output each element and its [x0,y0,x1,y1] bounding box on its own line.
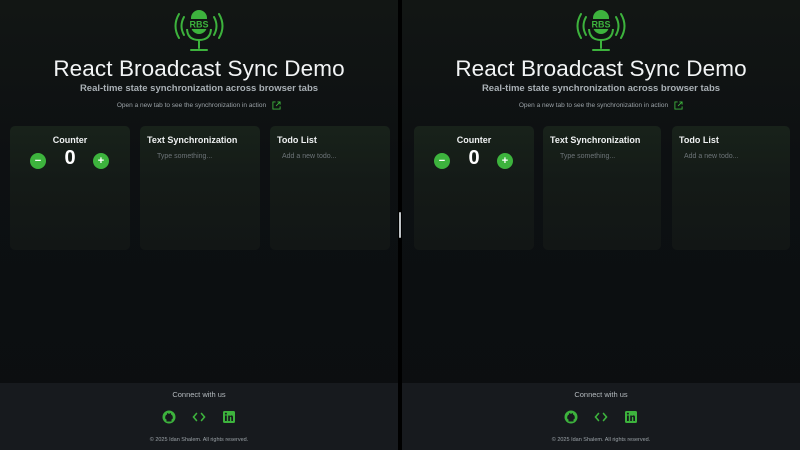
new-tab-hint[interactable]: Open a new tab to see the synchronizatio… [402,101,800,110]
footer: Connect with us © 2025 Idan Shalem. All … [402,383,800,450]
new-tab-hint-text: Open a new tab to see the synchronizatio… [518,102,669,110]
page-subtitle: Real-time state synchronization across b… [481,83,721,94]
page-title: React Broadcast Sync Demo [455,56,747,81]
todo-title: Todo List [679,135,719,145]
text-sync-input[interactable]: Type something... [157,153,212,160]
footer: Connect with us © 2025 Idan Shalem. All … [0,383,398,450]
linkedin-icon[interactable] [222,410,236,424]
new-tab-hint-text: Open a new tab to see the synchronizatio… [116,102,267,110]
page-title: React Broadcast Sync Demo [53,56,345,81]
logo-text: RBS [591,20,610,30]
browser-pane-left: RBS React Broadcast Sync Demo Real-time … [0,0,398,450]
linkedin-icon[interactable] [624,410,638,424]
todo-input[interactable]: Add a new todo... [684,153,738,160]
new-tab-hint[interactable]: Open a new tab to see the synchronizatio… [0,101,398,110]
rbs-logo-icon: RBS [174,10,224,51]
text-sync-title: Text Synchronization [147,135,238,145]
counter-card: Counter − 0 + [414,126,534,250]
todo-card: Todo List Add a new todo... [270,126,390,250]
counter-title: Counter [52,135,88,145]
counter-card: Counter − 0 + [10,126,130,250]
external-link-icon[interactable] [272,101,281,110]
text-sync-card: Text Synchronization Type something... [543,126,661,250]
github-icon[interactable] [564,410,578,424]
counter-title: Counter [456,135,492,145]
text-sync-card: Text Synchronization Type something... [140,126,260,250]
todo-card: Todo List Add a new todo... [672,126,790,250]
todo-title: Todo List [277,135,317,145]
github-icon[interactable] [162,410,176,424]
split-resize-handle[interactable] [399,212,401,238]
counter-value: 0 [64,147,76,169]
text-sync-input[interactable]: Type something... [560,153,615,160]
logo-text: RBS [189,20,208,30]
code-icon[interactable] [192,410,206,424]
connect-label: Connect with us [574,390,628,399]
todo-input[interactable]: Add a new todo... [282,153,336,160]
rbs-logo-icon: RBS [576,10,626,51]
page-subtitle: Real-time state synchronization across b… [79,83,319,94]
increment-button[interactable]: + [497,153,513,169]
copyright: © 2025 Idan Shalem. All rights reserved. [551,437,651,443]
counter-value: 0 [468,147,480,169]
text-sync-title: Text Synchronization [550,135,641,145]
external-link-icon[interactable] [674,101,683,110]
increment-button[interactable]: + [93,153,109,169]
code-icon[interactable] [594,410,608,424]
copyright: © 2025 Idan Shalem. All rights reserved. [149,437,249,443]
connect-label: Connect with us [172,390,226,399]
browser-pane-right: RBS React Broadcast Sync Demo Real-time … [402,0,800,450]
